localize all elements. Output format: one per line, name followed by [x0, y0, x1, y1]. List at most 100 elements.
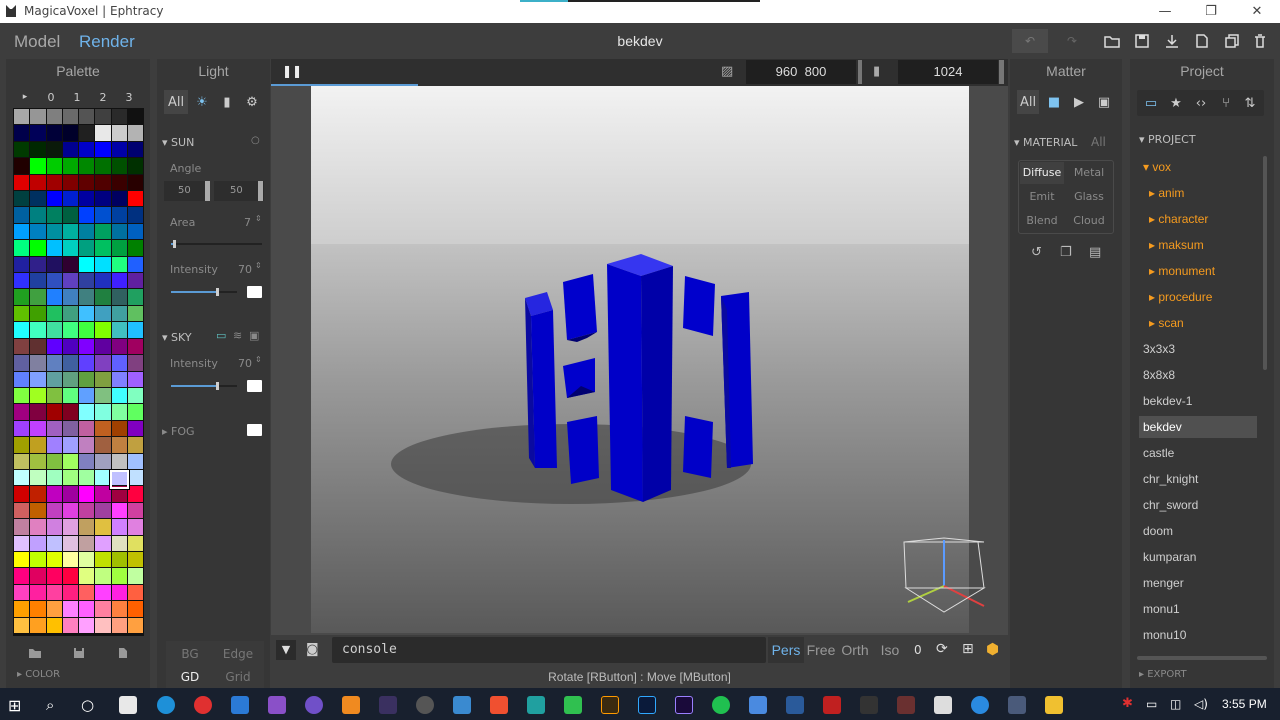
palette-color-cell[interactable]	[79, 601, 95, 617]
palette-color-cell[interactable]	[111, 322, 127, 338]
palette-color-cell[interactable]	[46, 371, 62, 387]
palette-color-cell[interactable]	[62, 141, 78, 158]
export-icon[interactable]	[1159, 29, 1185, 53]
palette-color-cell[interactable]	[95, 338, 111, 355]
palette-color-cell[interactable]	[14, 273, 30, 289]
palette-color-cell[interactable]	[79, 240, 95, 256]
sample-count-field[interactable]: 1024	[898, 60, 998, 84]
palette-color-cell[interactable]	[62, 174, 78, 191]
bg-toggle[interactable]: BG	[172, 644, 208, 664]
grid-view-icon[interactable]: ⊞	[962, 641, 974, 657]
palette-color-cell[interactable]	[30, 289, 46, 305]
palette-color-cell[interactable]	[111, 519, 127, 535]
palette-color-cell[interactable]	[111, 387, 127, 404]
palette-color-cell[interactable]	[62, 551, 78, 568]
palette-tab-2[interactable]: 2	[93, 90, 113, 104]
render-width[interactable]: 960	[776, 64, 798, 79]
minimize-button[interactable]: —	[1142, 0, 1188, 23]
palette-color-cell[interactable]	[111, 240, 127, 256]
palette-color-cell[interactable]	[14, 437, 30, 453]
sky-intensity-stepper-icon[interactable]: ⇕	[255, 355, 262, 364]
project-folder-icon[interactable]: ▭	[1141, 91, 1161, 115]
palette-color-cell[interactable]	[62, 584, 78, 601]
palette-color-cell[interactable]	[62, 355, 78, 371]
sky-section[interactable]: ▾ SKY	[162, 331, 192, 344]
palette-color-cell[interactable]	[14, 289, 30, 305]
palette-color-cell[interactable]	[79, 256, 95, 273]
palette-color-cell[interactable]	[127, 207, 143, 223]
palette-color-cell[interactable]	[46, 158, 62, 174]
file-explorer-icon[interactable]	[1045, 696, 1063, 714]
palette-color-cell[interactable]	[30, 437, 46, 453]
palette-color-cell[interactable]	[127, 305, 143, 322]
palette-color-cell[interactable]	[62, 453, 78, 469]
folder-anim[interactable]: ▸ anim	[1139, 182, 1257, 204]
palette-color-grid[interactable]	[13, 108, 144, 636]
palette-color-cell[interactable]	[62, 535, 78, 551]
palette-color-cell[interactable]	[95, 568, 111, 584]
palette-color-cell[interactable]	[30, 404, 46, 420]
tray-clock[interactable]: 3:55 PM	[1222, 697, 1267, 711]
palette-color-cell[interactable]	[46, 256, 62, 273]
palette-color-cell[interactable]	[14, 174, 30, 191]
copy-file-icon[interactable]	[1219, 29, 1245, 53]
palette-color-cell[interactable]	[127, 519, 143, 535]
project-branch-icon[interactable]: ⑂	[1216, 91, 1236, 115]
palette-color-cell[interactable]	[95, 273, 111, 289]
project-favorite-icon[interactable]: ★	[1166, 91, 1186, 115]
palette-color-cell[interactable]	[14, 420, 30, 437]
cube-view-icon[interactable]: ⬢	[986, 640, 999, 658]
palette-color-cell[interactable]	[127, 535, 143, 551]
palette-color-cell[interactable]	[111, 502, 127, 519]
palette-color-cell[interactable]	[14, 551, 30, 568]
export-section[interactable]: ▸ EXPORT	[1139, 669, 1187, 680]
palette-color-cell[interactable]	[46, 469, 62, 486]
palette-color-cell[interactable]	[95, 469, 111, 486]
size-field-handle[interactable]	[858, 60, 862, 84]
file-item[interactable]: doom	[1139, 520, 1257, 542]
palette-tab-1[interactable]: 1	[67, 90, 87, 104]
grid-toggle[interactable]: Grid	[218, 667, 258, 687]
angle-b-handle[interactable]	[258, 181, 263, 201]
palette-color-cell[interactable]	[30, 125, 46, 141]
palette-color-cell[interactable]	[95, 240, 111, 256]
palette-color-cell[interactable]	[30, 240, 46, 256]
illustrator-icon[interactable]	[601, 696, 619, 714]
file-item[interactable]: menger	[1139, 572, 1257, 594]
palette-color-cell[interactable]	[127, 355, 143, 371]
palette-color-cell[interactable]	[127, 273, 143, 289]
palette-color-cell[interactable]	[95, 174, 111, 191]
palette-color-cell[interactable]	[95, 207, 111, 223]
palette-color-cell[interactable]	[79, 584, 95, 601]
palette-tab-0[interactable]: 0	[41, 90, 61, 104]
palette-color-cell[interactable]	[79, 486, 95, 502]
palette-color-cell[interactable]	[62, 617, 78, 633]
palette-color-cell[interactable]	[62, 289, 78, 305]
palette-color-cell[interactable]	[30, 158, 46, 174]
palette-color-cell[interactable]	[95, 371, 111, 387]
edge-browser-icon[interactable]	[157, 696, 175, 714]
palette-color-cell[interactable]	[30, 420, 46, 437]
palette-color-cell[interactable]	[127, 322, 143, 338]
palette-color-cell[interactable]	[79, 453, 95, 469]
folder-character[interactable]: ▸ character	[1139, 208, 1257, 230]
palette-color-cell[interactable]	[111, 125, 127, 141]
palette-color-cell[interactable]	[14, 519, 30, 535]
palette-color-cell[interactable]	[30, 453, 46, 469]
palette-color-cell[interactable]	[30, 519, 46, 535]
palette-color-cell[interactable]	[79, 355, 95, 371]
palette-color-cell[interactable]	[127, 551, 143, 568]
blender-icon[interactable]	[342, 696, 360, 714]
color-section-toggle[interactable]: ▸ COLOR	[17, 669, 60, 680]
palette-color-cell[interactable]	[62, 223, 78, 240]
tray-network-icon[interactable]: ◫	[1170, 697, 1181, 711]
save-icon[interactable]	[1129, 29, 1155, 53]
folder-maksum[interactable]: ▸ maksum	[1139, 234, 1257, 256]
palette-color-cell[interactable]	[111, 338, 127, 355]
folder-vox[interactable]: ▾ vox	[1139, 156, 1257, 178]
edge-toggle[interactable]: Edge	[218, 644, 258, 664]
view-pers-button[interactable]: Pers	[768, 637, 804, 663]
palette-color-cell[interactable]	[14, 568, 30, 584]
palette-color-cell[interactable]	[46, 273, 62, 289]
sun-intensity-stepper-icon[interactable]: ⇕	[255, 261, 262, 270]
